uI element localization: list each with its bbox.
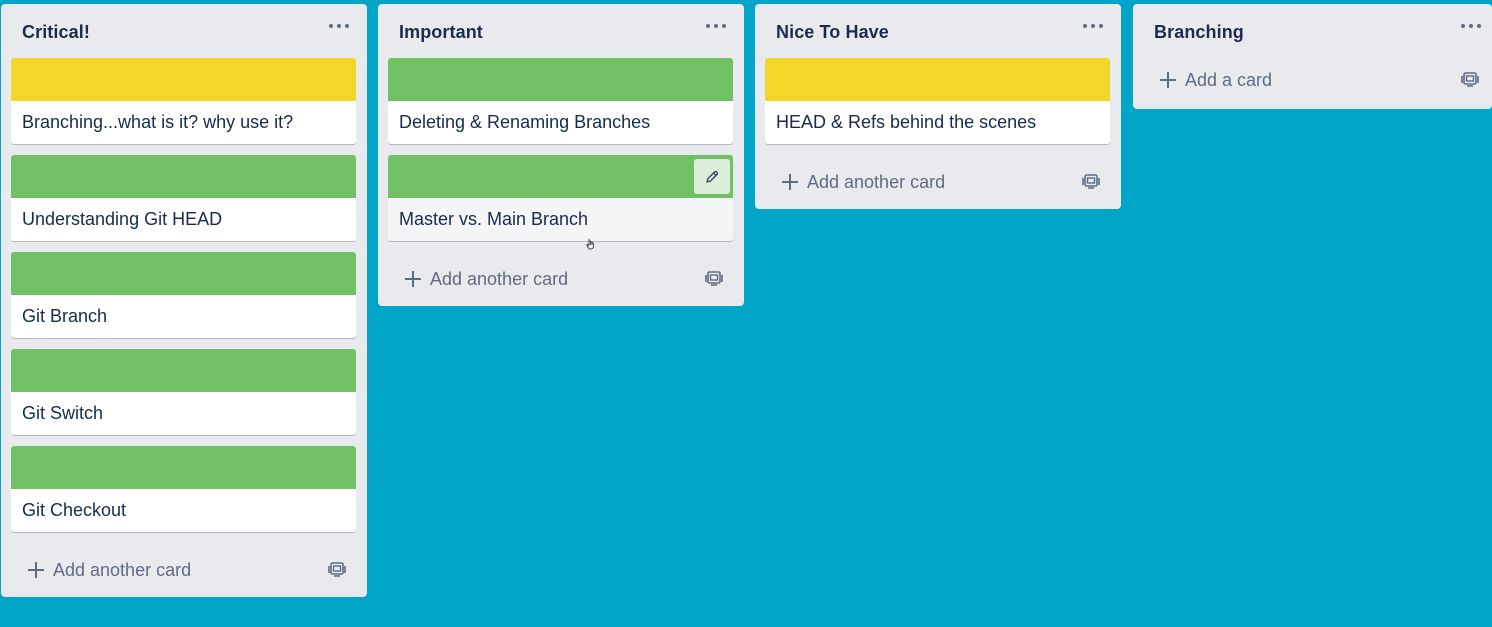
card-title: Git Branch: [22, 306, 108, 326]
card-template-icon[interactable]: [328, 560, 346, 578]
card-template-icon[interactable]: [705, 269, 723, 287]
card-label-green: [11, 349, 356, 392]
add-card-button[interactable]: Add another card: [27, 557, 191, 583]
card-title: HEAD & Refs behind the scenes: [776, 112, 1037, 132]
plus-icon: [1160, 72, 1176, 88]
card-title: Master vs. Main Branch: [399, 209, 589, 229]
board: Critical! Branching...what is it? why us…: [0, 0, 1492, 627]
list-footer: Add another card: [755, 155, 1121, 209]
add-card-button[interactable]: Add another card: [781, 169, 945, 195]
add-card-label: Add another card: [807, 171, 946, 192]
plus-icon: [405, 271, 421, 287]
card-list: Branching...what is it? why use it? Unde…: [1, 58, 367, 532]
card-label-yellow: [11, 58, 356, 101]
more-icon[interactable]: [329, 16, 349, 36]
card[interactable]: Git Checkout: [11, 446, 356, 532]
card-template-icon[interactable]: [1461, 70, 1479, 88]
card-label-green: [11, 252, 356, 295]
add-card-label: Add another card: [53, 559, 192, 580]
card-label-green: [388, 155, 733, 198]
list-critical: Critical! Branching...what is it? why us…: [1, 4, 367, 597]
list-branching: Branching Add a card: [1133, 4, 1492, 109]
card[interactable]: Deleting & Renaming Branches: [388, 58, 733, 144]
card-title: Understanding Git HEAD: [22, 209, 223, 229]
card-label-yellow: [765, 58, 1110, 101]
list-important: Important Deleting & Renaming Branches M…: [378, 4, 744, 306]
plus-icon: [782, 174, 798, 190]
card[interactable]: Git Branch: [11, 252, 356, 338]
hand-pointer-icon: [586, 238, 594, 250]
card[interactable]: Understanding Git HEAD: [11, 155, 356, 241]
card-template-icon[interactable]: [1082, 172, 1100, 190]
more-icon[interactable]: [706, 16, 726, 36]
list-header[interactable]: Nice To Have: [755, 4, 1121, 58]
card-label-green: [11, 155, 356, 198]
list-title[interactable]: Critical!: [22, 22, 90, 43]
card-list: HEAD & Refs behind the scenes: [755, 58, 1121, 144]
list-nice-to-have: Nice To Have HEAD & Refs behind the scen…: [755, 4, 1121, 209]
list-footer: Add another card: [378, 252, 744, 306]
edit-card-button[interactable]: [694, 159, 730, 194]
card-title: Git Checkout: [22, 500, 127, 520]
list-header[interactable]: Branching: [1133, 4, 1492, 52]
list-title[interactable]: Nice To Have: [776, 22, 889, 43]
add-card-label: Add another card: [430, 268, 569, 289]
add-card-button[interactable]: Add a card: [1159, 67, 1272, 93]
list-title[interactable]: Branching: [1154, 22, 1244, 43]
card-title: Git Switch: [22, 403, 104, 423]
more-icon[interactable]: [1083, 16, 1103, 36]
list-header[interactable]: Critical!: [1, 4, 367, 58]
list-header[interactable]: Important: [378, 4, 744, 58]
more-icon[interactable]: [1461, 16, 1481, 36]
add-card-button[interactable]: Add another card: [404, 266, 568, 292]
card-title: Deleting & Renaming Branches: [399, 112, 651, 132]
card[interactable]: Master vs. Main Branch: [388, 155, 733, 250]
card-list: Deleting & Renaming Branches Master vs. …: [378, 58, 744, 250]
card-label-green: [388, 58, 733, 101]
plus-icon: [28, 562, 44, 578]
card[interactable]: Git Switch: [11, 349, 356, 435]
list-footer: Add another card: [1, 543, 367, 597]
card[interactable]: HEAD & Refs behind the scenes: [765, 58, 1110, 144]
pencil-icon: [706, 170, 719, 183]
card-label-green: [11, 446, 356, 489]
card[interactable]: Branching...what is it? why use it?: [11, 58, 356, 144]
list-title[interactable]: Important: [399, 22, 483, 43]
card-title: Branching...what is it? why use it?: [22, 112, 294, 132]
list-footer: Add a card: [1133, 52, 1492, 109]
add-card-label: Add a card: [1185, 69, 1273, 90]
